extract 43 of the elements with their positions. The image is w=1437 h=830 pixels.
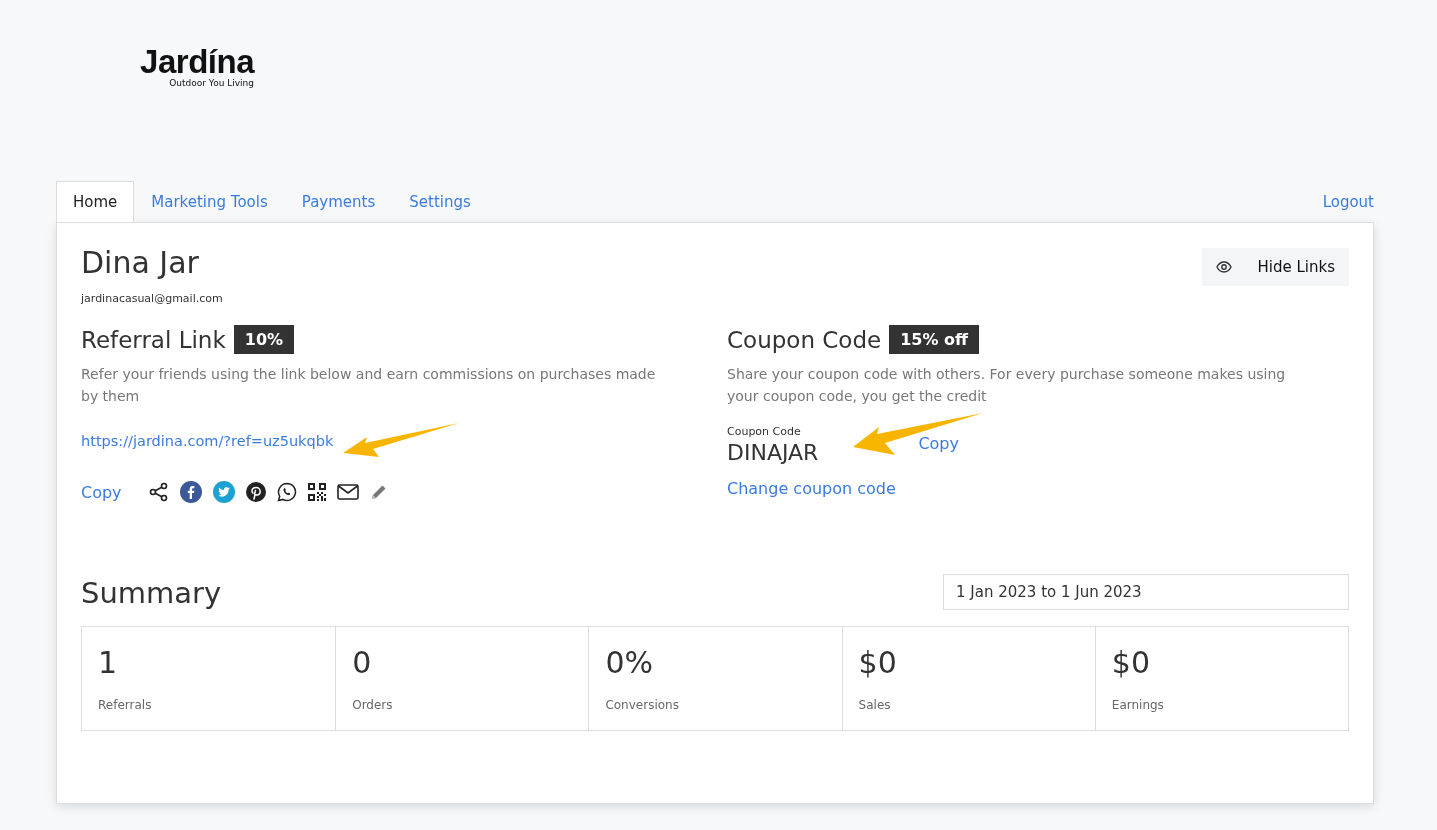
stat-label: Referrals [98,698,153,712]
eye-icon [1215,261,1232,273]
stat-label: Conversions [605,698,680,712]
logo-tagline: Outdoor You Living [169,78,254,88]
copy-link[interactable]: Copy [918,434,959,465]
coupon-code: DINAJAR [727,440,819,465]
whatsapp-icon[interactable] [276,482,297,502]
summary-title: Summary [81,576,222,610]
change-coupon-link[interactable]: Change coupon code [727,479,896,498]
pinterest-icon[interactable] [245,482,266,502]
discount-badge: 15% off [889,325,979,354]
stat-label: Sales [858,698,892,712]
commission-badge: 10% [233,325,295,354]
pencil-icon[interactable] [369,483,388,501]
section-description: Refer your friends using the link below and earn commissions on purchases made by them [81,365,657,406]
nav-tab[interactable]: Settings [392,181,488,222]
section-title: Coupon Code [727,326,882,353]
stat-value: $0 [1111,645,1151,680]
user-email: jardinacasual@gmail.com [81,292,223,305]
copy-link[interactable]: Copy [81,482,122,502]
hide-links-button[interactable]: Hide Links [1201,248,1349,286]
nav-tab[interactable]: Home [56,181,135,222]
logout-link[interactable]: Logout [1322,193,1374,222]
share-icon[interactable] [148,482,169,502]
stat-label: Orders [352,698,394,712]
section-title: Referral Link [81,326,226,353]
nav-tab[interactable]: Payments [284,181,393,222]
logo-wordmark: Jardína [140,45,254,79]
stat-value: 1 [98,645,119,680]
field-label: Coupon Code [727,425,802,438]
section-description: Share your coupon code with others. For every purchase someone makes using your coupon code, you get the credit [727,365,1287,406]
date-range-field[interactable]: 1 Jan 2023 to 1 Jun 2023 [943,574,1349,610]
referral-link[interactable]: https://jardina.com/?ref=uz5ukqbk [81,433,334,449]
twitter-icon[interactable] [212,481,235,503]
email-icon[interactable] [336,484,359,500]
stat-value: $0 [858,645,898,680]
stat-value: 0 [352,645,373,680]
stat-label: Earnings [1111,698,1165,712]
user-name: Dina Jar [81,245,200,280]
qr-code-icon[interactable] [307,483,326,501]
facebook-icon[interactable] [179,481,202,503]
nav-tab[interactable]: Marketing Tools [134,181,285,222]
stat-value: 0% [605,645,654,680]
